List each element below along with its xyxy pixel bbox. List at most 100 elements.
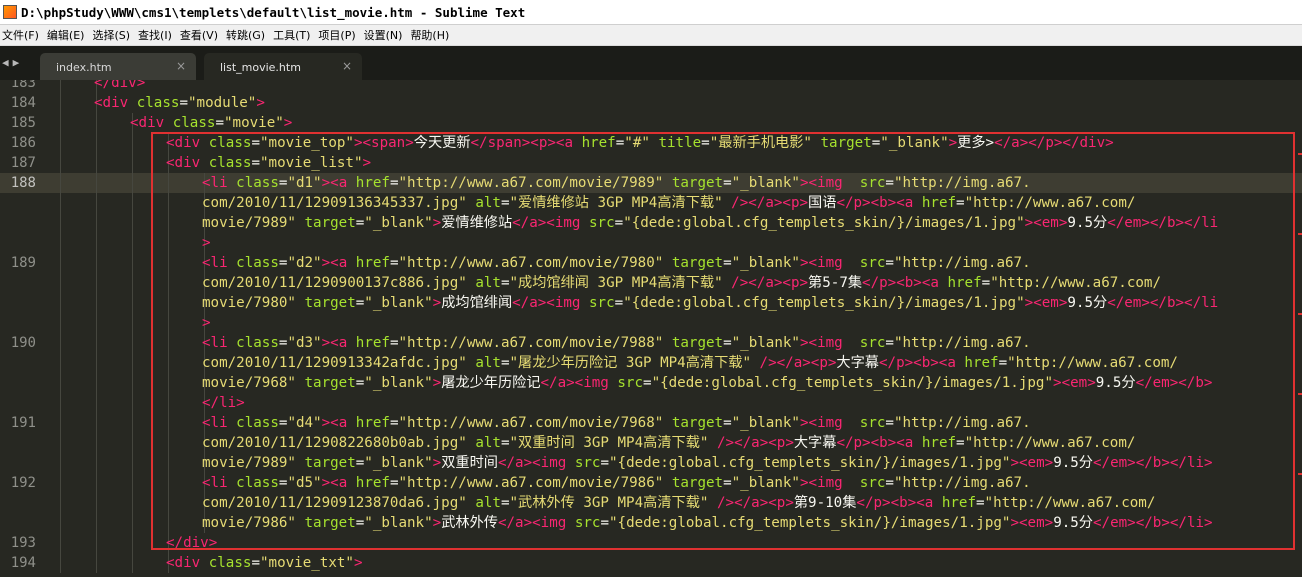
menu-find[interactable]: 查找(I) <box>136 27 178 43</box>
code-token: = <box>389 335 399 351</box>
code-line[interactable]: movie/7980" target="_blank">成均馆绯闻</a><im… <box>202 293 1218 313</box>
close-icon[interactable]: × <box>176 59 186 73</box>
code-token: 大字幕 <box>793 435 837 451</box>
code-token: > <box>948 135 958 151</box>
code-line[interactable]: com/2010/11/12909136345337.jpg" alt="爱情维… <box>202 193 1135 213</box>
code-token: = <box>723 255 732 271</box>
tab-index-htm[interactable]: index.htm × <box>40 53 196 80</box>
code-line[interactable]: <div class="module"> <box>94 93 265 113</box>
code-token: ><em> <box>1010 455 1054 471</box>
code-line[interactable]: <li class="d1"><a href="http://www.a67.c… <box>202 173 1031 193</box>
code-token: = <box>389 175 399 191</box>
code-token: </div> <box>94 80 146 91</box>
code-line[interactable]: <div class="movie_top"><span>今天更新</span>… <box>166 133 1114 153</box>
code-line[interactable]: movie/7968" target="_blank">屠龙少年历险记</a><… <box>202 373 1212 393</box>
code-token: = <box>998 355 1008 371</box>
code-token: <div <box>166 155 209 171</box>
code-line[interactable]: movie/7989" target="_blank">爱情维修站</a><im… <box>202 213 1218 233</box>
sublime-app-icon <box>3 5 17 19</box>
code-token: target <box>671 175 724 191</box>
tab-list-movie-htm[interactable]: list_movie.htm × <box>204 53 362 80</box>
code-token: = <box>956 435 965 451</box>
code-token: class <box>208 135 252 151</box>
menu-help[interactable]: 帮助(H) <box>408 27 455 43</box>
code-line[interactable]: > <box>202 313 211 333</box>
code-line[interactable]: <div class="movie_list"> <box>166 153 371 173</box>
indent-guide <box>60 213 61 233</box>
code-token: class <box>236 175 279 191</box>
indent-guide <box>60 173 61 193</box>
indent-guide <box>132 553 133 573</box>
indent-guide <box>96 193 97 213</box>
code-line[interactable]: movie/7989" target="_blank">双重时间</a><img… <box>202 453 1213 473</box>
code-line[interactable]: > <box>202 233 211 253</box>
code-token: "_blank" <box>364 515 433 531</box>
code-area[interactable]: </div> <div class="module"> <div class="mo… <box>0 80 1302 577</box>
code-token: = <box>389 255 399 271</box>
code-line[interactable]: </li> <box>202 393 245 413</box>
code-token: href <box>941 495 976 511</box>
menu-tools[interactable]: 工具(T) <box>271 27 316 43</box>
line-number-gutter: 183 184 185 186 187 188 189 190 191 192 193 194 <box>0 80 36 577</box>
code-token: = <box>600 515 609 531</box>
code-line[interactable]: movie/7986" target="_blank">武林外传</a><img… <box>202 513 1213 533</box>
code-token: "d5" <box>287 475 322 491</box>
code-token: "http://www.a67.com/ <box>990 275 1162 291</box>
code-line[interactable]: <li class="d5"><a href="http://www.a67.c… <box>202 473 1031 493</box>
indent-guide <box>132 313 133 333</box>
tab-bar: ◀ ▶ index.htm × list_movie.htm × <box>0 46 1302 80</box>
arrow-right-icon[interactable]: ▶ <box>13 56 20 69</box>
code-token: href <box>355 475 390 491</box>
code-token: class <box>136 95 180 111</box>
code-line[interactable]: </div> <box>94 80 145 93</box>
code-token: ><img <box>799 415 860 431</box>
indent-guide <box>60 293 61 313</box>
code-token: <div <box>166 555 209 571</box>
close-icon[interactable]: × <box>342 59 352 73</box>
indent-guide <box>132 193 133 213</box>
indent-guide <box>96 473 97 493</box>
menu-edit[interactable]: 编辑(E) <box>45 27 91 43</box>
indent-guide <box>96 513 97 533</box>
code-token: href <box>921 435 957 451</box>
menu-preferences[interactable]: 设置(N) <box>362 27 409 43</box>
menu-goto[interactable]: 转跳(G) <box>224 27 271 43</box>
code-line[interactable]: <li class="d4"><a href="http://www.a67.c… <box>202 413 1031 433</box>
code-token: = <box>355 295 365 311</box>
indent-guide <box>96 433 97 453</box>
code-line[interactable]: <div class="movie"> <box>130 113 292 133</box>
minimap-marks <box>1296 80 1302 577</box>
code-token: = <box>885 255 894 271</box>
code-editor[interactable]: </div> <div class="module"> <div class="mo… <box>0 80 1302 577</box>
code-line[interactable]: <li class="d2"><a href="http://www.a67.c… <box>202 253 1031 273</box>
code-line[interactable]: com/2010/11/1290900137c886.jpg" alt="成均馆… <box>202 273 1161 293</box>
code-line[interactable]: <div class="movie_txt"> <box>166 553 363 573</box>
indent-guide <box>168 233 169 253</box>
code-line[interactable]: <li class="d3"><a href="http://www.a67.c… <box>202 333 1031 353</box>
code-line[interactable]: </div> <box>166 533 217 553</box>
code-token: "_blank" <box>364 215 433 231</box>
code-token: class <box>236 335 279 351</box>
indent-guide <box>168 473 169 493</box>
code-token: = <box>885 335 894 351</box>
line-number: 188 <box>10 175 36 191</box>
code-token: "http://img.a67. <box>893 175 1031 191</box>
line-number: 193 <box>10 535 36 551</box>
menu-project[interactable]: 项目(P) <box>316 27 361 43</box>
code-line[interactable]: com/2010/11/12909123870da6.jpg" alt="武林外… <box>202 493 1155 513</box>
code-token: "movie_top" <box>259 135 354 151</box>
menu-selection[interactable]: 选择(S) <box>90 27 136 43</box>
code-token: "_blank" <box>880 135 949 151</box>
indent-guide <box>96 313 97 333</box>
code-token: class <box>236 475 279 491</box>
indent-guide <box>132 433 133 453</box>
code-line[interactable]: com/2010/11/1290822680b0ab.jpg" alt="双重时… <box>202 433 1135 453</box>
code-token: alt <box>475 435 501 451</box>
code-token: "{dede:global.cfg_templets_skin/}/images… <box>623 215 1025 231</box>
code-line[interactable]: com/2010/11/1290913342afdc.jpg" alt="屠龙少… <box>202 353 1178 373</box>
arrow-left-icon[interactable]: ◀ <box>2 56 9 69</box>
menu-view[interactable]: 查看(V) <box>178 27 224 43</box>
menu-file[interactable]: 文件(F) <box>0 27 45 43</box>
indent-guide <box>60 193 61 213</box>
code-token: = <box>614 215 624 231</box>
